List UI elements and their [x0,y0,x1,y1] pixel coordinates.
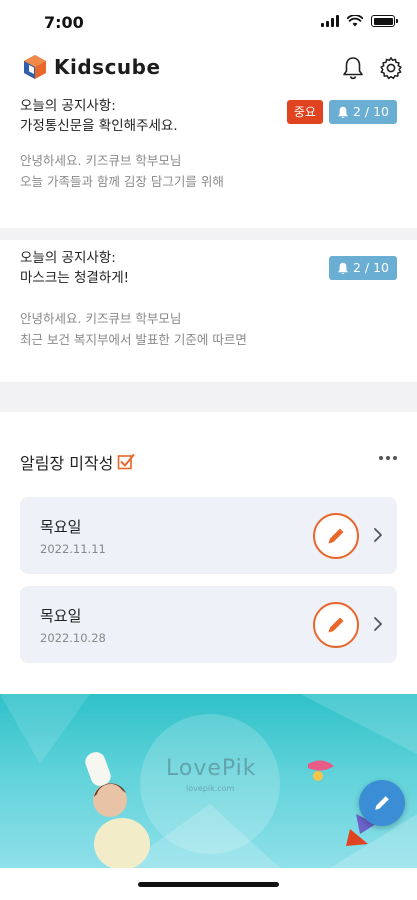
bell-icon [337,106,348,118]
notice-subject: 가정통신문을 확인해주세요. [20,118,178,134]
notice-card[interactable]: 오늘의 공지사항: 마스크는 청결하게! 2 / 10 안녕하세요. 키즈큐브 … [0,240,417,382]
app-name: Kidscube [54,55,161,79]
app-logo[interactable]: Kidscube [22,54,161,80]
chevron-right-icon[interactable] [373,527,383,543]
pencil-icon [375,796,389,810]
important-badge: 중요 [286,100,323,124]
unwritten-note-item[interactable]: 목요일 2022.10.28 [20,586,397,663]
bell-icon [343,57,363,80]
notice-heading: 오늘의 공지사항: 마스크는 청결하게! [20,248,129,288]
note-date: 2022.11.11 [40,542,106,556]
section-title: 알림장 미작성 [20,450,135,474]
cube-logo-icon [24,55,46,79]
chevron-right-icon[interactable] [373,616,383,632]
write-note-button[interactable] [313,602,359,648]
settings-button[interactable] [377,54,405,82]
read-count: 2 / 10 [352,260,389,275]
unwritten-note-item[interactable]: 목요일 2022.11.11 [20,497,397,574]
notice-card[interactable]: 오늘의 공지사항: 가정통신문을 확인해주세요. 중요 2 / 10 안녕하세요… [0,94,417,228]
notice-preview: 안녕하세요. 키즈큐브 학부모님 최근 보건 복지부에서 발표한 기준에 따르면 [20,308,247,350]
notice-preview-line: 안녕하세요. 키즈큐브 학부모님 [20,153,182,168]
battery-icon [371,15,398,27]
banner-watermark-sub: lovepik.com [186,784,235,793]
notice-preview-line: 안녕하세요. 키즈큐브 학부모님 [20,311,182,326]
notice-preview-line: 오늘 가족들과 함께 김장 담그기를 위해 [20,174,224,189]
status-bar: 7:00 [0,0,417,44]
pencil-icon [328,617,344,633]
gear-icon [380,57,402,80]
banner-illustration [0,694,417,868]
read-count-badge: 2 / 10 [328,100,397,124]
home-indicator-area [0,868,417,900]
app-header: Kidscube [0,44,417,94]
notice-heading: 오늘의 공지사항: 가정통신문을 확인해주세요. [20,96,178,136]
section-title-text: 알림장 미작성 [20,454,114,473]
more-options-button[interactable] [379,450,397,466]
wifi-icon [347,15,363,27]
read-count-badge: 2 / 10 [328,256,397,280]
read-count: 2 / 10 [352,104,389,119]
checkbox-checked-icon [118,454,135,470]
status-icons [321,15,398,27]
bell-icon [337,262,348,274]
notice-title: 오늘의 공지사항: [20,250,116,266]
status-time: 7:00 [44,13,84,32]
notice-subject: 마스크는 청결하게! [20,270,130,286]
notice-title: 오늘의 공지사항: [20,98,116,114]
pencil-icon [328,528,344,544]
unwritten-notes-section: 알림장 미작성 목요일 2022.11.11 목요일 2022.10.28 [0,412,417,694]
notice-preview-line: 최근 보건 복지부에서 발표한 기준에 따르면 [20,332,247,347]
notice-preview: 안녕하세요. 키즈큐브 학부모님 오늘 가족들과 함께 김장 담그기를 위해 [20,150,224,192]
cellular-signal-icon [321,15,339,27]
banner-watermark: LovePik [166,756,257,781]
note-date: 2022.10.28 [40,631,106,645]
note-day: 목요일 [40,607,82,625]
home-indicator[interactable] [138,882,279,887]
note-day: 목요일 [40,518,82,536]
write-note-button[interactable] [313,513,359,559]
promo-banner[interactable]: LovePik lovepik.com [0,694,417,868]
compose-fab-button[interactable] [359,780,405,826]
notifications-button[interactable] [339,54,367,82]
